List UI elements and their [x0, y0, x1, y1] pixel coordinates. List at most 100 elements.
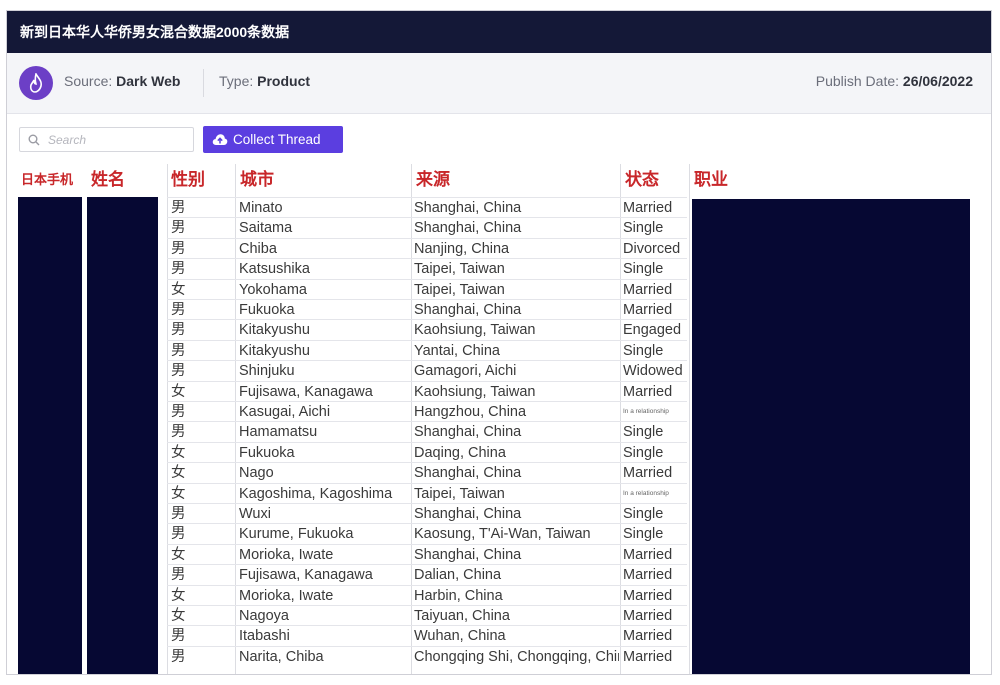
city-cell: Morioka, Iwate — [239, 587, 334, 604]
gender-cell: 男 — [171, 567, 186, 584]
source-cell: Wuhan, China — [414, 628, 506, 645]
gender-cell: 男 — [171, 220, 186, 237]
status-cell: Single — [623, 220, 664, 237]
table-row: 女 Morioka, Iwate Shanghai, China Married — [167, 543, 687, 564]
status-cell: Married — [623, 608, 673, 624]
city-cell: Hamamatsu — [239, 424, 318, 441]
gender-cell: 男 — [171, 322, 186, 339]
source-cell: Daqing, China — [414, 444, 506, 461]
gender-cell: 女 — [171, 485, 186, 502]
meta-bar: Source: Dark Web Type: Product Publish D… — [7, 53, 991, 114]
cloud-upload-icon — [212, 134, 228, 145]
table-row: 男 Katsushika Taipei, Taiwan Single — [167, 258, 687, 278]
search-input[interactable] — [48, 131, 188, 149]
source-cell: Shanghai, China — [414, 506, 522, 522]
table-row: 男 Wuxi Shanghai, China Single — [167, 503, 687, 523]
source-cell: Gamagori, Aichi — [414, 363, 517, 380]
source-cell: Kaohsiung, Taiwan — [414, 383, 536, 400]
source-label: Source: — [64, 73, 117, 89]
status-cell: Married — [623, 648, 673, 665]
status-cell: Single — [623, 424, 664, 441]
gender-cell: 男 — [171, 424, 186, 441]
city-cell: Kasugai, Aichi — [239, 404, 331, 420]
city-cell: Yokohama — [239, 281, 307, 298]
city-cell: Kitakyushu — [239, 342, 310, 359]
redacted-name-column — [87, 197, 158, 674]
table-row: 女 Kagoshima, Kagoshima Taipei, Taiwan In a … — [167, 482, 687, 503]
gender-cell: 男 — [171, 302, 186, 318]
source-cell: Kaohsiung, Taiwan — [414, 322, 536, 339]
gender-cell: 男 — [171, 200, 186, 216]
status-cell: Single — [623, 506, 664, 522]
table-row: 男 Fukuoka Shanghai, China Married — [167, 299, 687, 319]
column-header-status: 状态 — [625, 170, 659, 189]
search-box[interactable] — [19, 127, 194, 152]
city-cell: Shinjuku — [239, 363, 295, 380]
table-row: 男 Hamamatsu Shanghai, China Single — [167, 421, 687, 441]
gender-cell: 男 — [171, 648, 186, 665]
gender-cell: 男 — [171, 628, 186, 645]
date-label: Publish Date: — [815, 73, 903, 89]
table-row: 男 Shinjuku Gamagori, Aichi Widowed — [167, 360, 687, 380]
gender-cell: 女 — [171, 444, 186, 461]
type-label: Type: — [219, 73, 258, 89]
meta-divider — [203, 69, 204, 97]
status-cell: In a relationship — [623, 489, 669, 497]
city-cell: Nagoya — [239, 608, 289, 624]
source-cell: Nanjing, China — [414, 240, 510, 257]
table-row: 男 Kurume, Fukuoka Kaosung, T'Ai-Wan, Taiwa… — [167, 523, 687, 543]
city-cell: Katsushika — [239, 261, 310, 278]
gender-cell: 女 — [171, 608, 186, 624]
flame-icon — [19, 66, 53, 100]
table-row: 女 Nago Shanghai, China Married — [167, 462, 687, 482]
city-cell: Fujisawa, Kanagawa — [239, 383, 373, 400]
source-cell: Hangzhou, China — [414, 404, 527, 420]
source-cell: Shanghai, China — [414, 302, 522, 318]
table-row: 男 Kitakyushu Kaohsiung, Taiwan Engaged — [167, 319, 687, 339]
table-row: 男 Kasugai, Aichi Hangzhou, China In a relat… — [167, 401, 687, 421]
source-cell: Taipei, Taiwan — [414, 261, 505, 278]
city-cell: Nago — [239, 465, 274, 482]
table-row: 男 Fujisawa, Kanagawa Dalian, China Married — [167, 564, 687, 584]
source-cell: Shanghai, China — [414, 465, 522, 482]
table-row: 男 Kitakyushu Yantai, China Single — [167, 339, 687, 360]
thread-title: 新到日本华人华侨男女混合数据2000条数据 — [7, 11, 991, 53]
table-row: 女 Fukuoka Daqing, China Single — [167, 441, 687, 462]
source-cell: Kaosung, T'Ai-Wan, Taiwan — [414, 526, 591, 543]
column-header-source: 来源 — [416, 170, 450, 189]
table-row: 女 Yokohama Taipei, Taiwan Married — [167, 278, 687, 299]
status-cell: Married — [623, 200, 673, 216]
source-cell: Yantai, China — [414, 342, 500, 359]
gender-cell: 男 — [171, 404, 186, 420]
gender-cell: 男 — [171, 342, 186, 359]
status-cell: Married — [623, 628, 673, 645]
meta-type: Type: Product — [219, 73, 310, 89]
source-cell: Shanghai, China — [414, 200, 522, 216]
source-cell: Harbin, China — [414, 587, 503, 604]
redacted-occupation-column — [692, 199, 970, 674]
status-cell: Single — [623, 444, 664, 461]
gender-cell: 女 — [171, 587, 186, 604]
status-cell: Married — [623, 281, 673, 298]
city-cell: Fujisawa, Kanagawa — [239, 567, 373, 584]
city-cell: Narita, Chiba — [239, 648, 324, 665]
status-cell: Engaged — [623, 322, 682, 339]
column-header-gender: 性别 — [171, 170, 205, 189]
gender-cell: 女 — [171, 281, 186, 298]
status-cell: Married — [623, 383, 673, 400]
date-value: 26/06/2022 — [902, 73, 973, 89]
status-cell: Widowed — [623, 363, 683, 380]
search-icon — [28, 134, 40, 146]
source-cell: Taipei, Taiwan — [414, 281, 505, 298]
city-cell: Fukuoka — [239, 444, 295, 461]
city-cell: Minato — [239, 200, 283, 216]
source-cell: Taiyuan, China — [414, 608, 510, 624]
status-cell: Single — [623, 261, 664, 278]
city-cell: Kitakyushu — [239, 322, 310, 339]
status-cell: Married — [623, 567, 673, 584]
city-cell: Morioka, Iwate — [239, 546, 334, 563]
table-row: 女 Morioka, Iwate Harbin, China Married — [167, 584, 687, 605]
collect-thread-button[interactable]: Collect Thread — [203, 126, 343, 153]
status-cell: Single — [623, 342, 664, 359]
status-cell: Married — [623, 302, 673, 318]
